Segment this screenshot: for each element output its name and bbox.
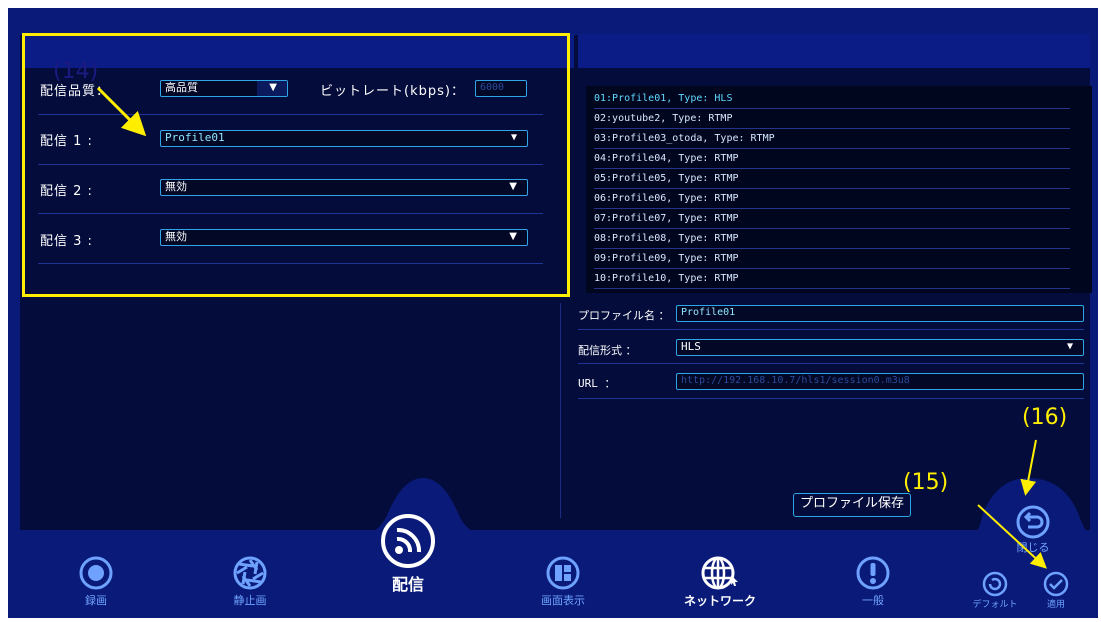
arrow-16 <box>1020 439 1037 496</box>
annotation-arrows <box>96 86 1047 569</box>
arrow-14 <box>96 86 147 137</box>
arrow-15 <box>977 504 1047 569</box>
